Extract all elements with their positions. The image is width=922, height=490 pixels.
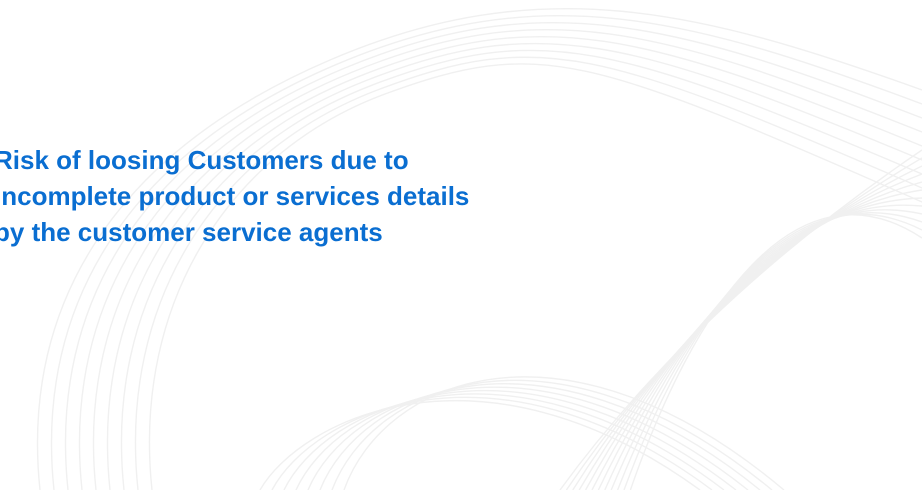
background-wave-line	[319, 383, 761, 490]
background-wave-line	[134, 56, 922, 490]
background-wave-line	[106, 42, 922, 490]
headline-line-2: incomplete product or services details	[0, 181, 470, 211]
background-wave-line	[78, 29, 922, 490]
background-wave-line	[92, 35, 922, 490]
slide: Risk of loosing Customers due to incompl…	[0, 0, 922, 490]
background-wave-line	[148, 63, 922, 490]
background-wave-line	[295, 389, 737, 490]
background-wave-line	[331, 379, 773, 490]
background-wave-line	[120, 49, 922, 490]
slide-headline: Risk of loosing Customers due to incompl…	[0, 142, 714, 250]
headline-line-1: Risk of loosing Customers due to	[0, 145, 409, 175]
background-wave-line	[64, 22, 922, 490]
background-wave-line	[343, 376, 785, 490]
headline-line-3: by the customer service agents	[0, 217, 383, 247]
background-wave-line	[50, 14, 922, 490]
